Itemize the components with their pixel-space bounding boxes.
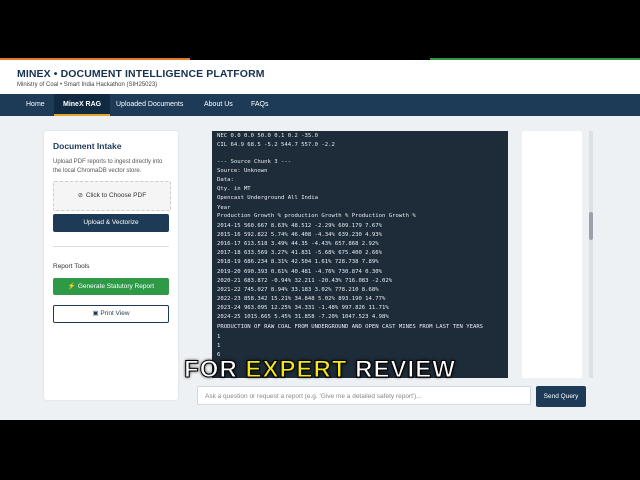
output-line: Production Growth % production Growth % … <box>217 213 416 219</box>
nav-bar: Home MineX RAG Uploaded Documents About … <box>0 94 640 116</box>
output-line: CIL 64.9 68.5 -5.2 544.7 557.0 -2.2 <box>217 142 335 148</box>
output-line: Qty. in MT <box>217 186 251 192</box>
nav-minex-rag[interactable]: MineX RAG <box>54 94 111 116</box>
output-line: Year <box>217 205 231 211</box>
generate-report-label: Generate Statutory Report <box>77 283 155 290</box>
output-line: Data: <box>217 177 234 183</box>
nav-faqs[interactable]: FAQs <box>242 94 278 116</box>
intake-title: Document Intake <box>53 141 122 151</box>
output-line: 2024-25 1015.665 5.45% 31.858 -7.20% 104… <box>217 314 389 320</box>
output-line: 1 <box>217 334 221 340</box>
output-line: 2020-21 683.872 -0.94% 32.211 -20.43% 71… <box>217 278 393 284</box>
chat-scrollbar[interactable] <box>589 131 593 378</box>
generate-report-button[interactable]: ⚡ Generate Statutory Report <box>53 278 169 295</box>
sparkle-icon: ⚡ <box>67 283 78 290</box>
caption-word-1: FOR <box>184 356 238 384</box>
upload-vectorize-button[interactable]: Upload & Vectorize <box>53 214 169 232</box>
output-line: 2014-15 560.667 8.63% 48.512 -2.29% 609.… <box>217 223 383 229</box>
output-line: Opencast Underground All India <box>217 195 319 201</box>
caption-word-3: REVIEW <box>355 356 456 384</box>
intake-description: Upload PDF reports to ingest directly in… <box>53 159 163 174</box>
output-line: 2018-19 686.234 8.31% 42.504 1.61% 728.7… <box>217 259 379 265</box>
output-line: 2017-18 633.569 3.27% 41.831 -5.68% 675.… <box>217 250 383 256</box>
divider <box>53 246 169 247</box>
nav-uploaded-documents[interactable]: Uploaded Documents <box>107 94 192 116</box>
query-placeholder: Ask a question or request a report (e.g.… <box>205 393 422 400</box>
chat-scroll-thumb[interactable] <box>589 212 593 240</box>
app-title: MINEX • DOCUMENT INTELLIGENCE PLATFORM <box>17 68 265 80</box>
print-view-label: Print View <box>100 310 130 317</box>
output-line: NEC 0.0 0.0 50.0 0.1 0.2 -35.0 <box>217 133 319 139</box>
query-input[interactable]: Ask a question or request a report (e.g.… <box>197 386 531 405</box>
output-line: 2016-17 613.518 3.49% 44.35 -4.43% 657.8… <box>217 241 379 247</box>
nav-home[interactable]: Home <box>17 94 54 116</box>
report-tools-label: Report Tools <box>53 263 90 270</box>
choose-pdf-label: Click to Choose PDF <box>85 192 147 199</box>
video-caption: FOR EXPERT REVIEW <box>0 356 640 384</box>
output-line: PRODUCTION OF RAW COAL FROM UNDERGROUND … <box>217 324 484 330</box>
output-line: 1 <box>217 343 221 349</box>
chat-bubble-area <box>522 131 582 378</box>
output-line: --- Source Chunk 3 --- <box>217 159 292 165</box>
choose-pdf-button[interactable]: ⊘ Click to Choose PDF <box>53 181 171 211</box>
query-response-output: NEC 0.0 0.0 50.0 0.1 0.2 -35.0 CIL 64.9 6… <box>212 131 508 378</box>
output-line: 2023-24 963.095 12.25% 34.331 -1.48% 997… <box>217 305 389 311</box>
output-line: 2019-20 690.393 0.61% 40.481 -4.76% 730.… <box>217 269 383 275</box>
output-line: Source: Unknown <box>217 168 268 174</box>
caption-word-2: EXPERT <box>245 356 348 384</box>
output-line: 2021-22 745.027 8.94% 33.183 3.02% 778.2… <box>217 287 379 293</box>
app-subtitle: Ministry of Coal • Smart India Hackathon… <box>17 82 158 88</box>
nav-about-us[interactable]: About Us <box>195 94 242 116</box>
paperclip-icon: ⊘ <box>77 193 83 199</box>
app-header: MINEX • DOCUMENT INTELLIGENCE PLATFORM M… <box>0 60 640 94</box>
print-view-button[interactable]: ▣ Print View <box>53 305 169 323</box>
output-line: 2022-23 858.342 15.21% 34.848 5.02% 893.… <box>217 296 386 302</box>
send-query-button[interactable]: Send Query <box>536 386 586 407</box>
output-line: 2015-16 592.822 5.74% 46.408 -4.34% 639.… <box>217 232 383 238</box>
